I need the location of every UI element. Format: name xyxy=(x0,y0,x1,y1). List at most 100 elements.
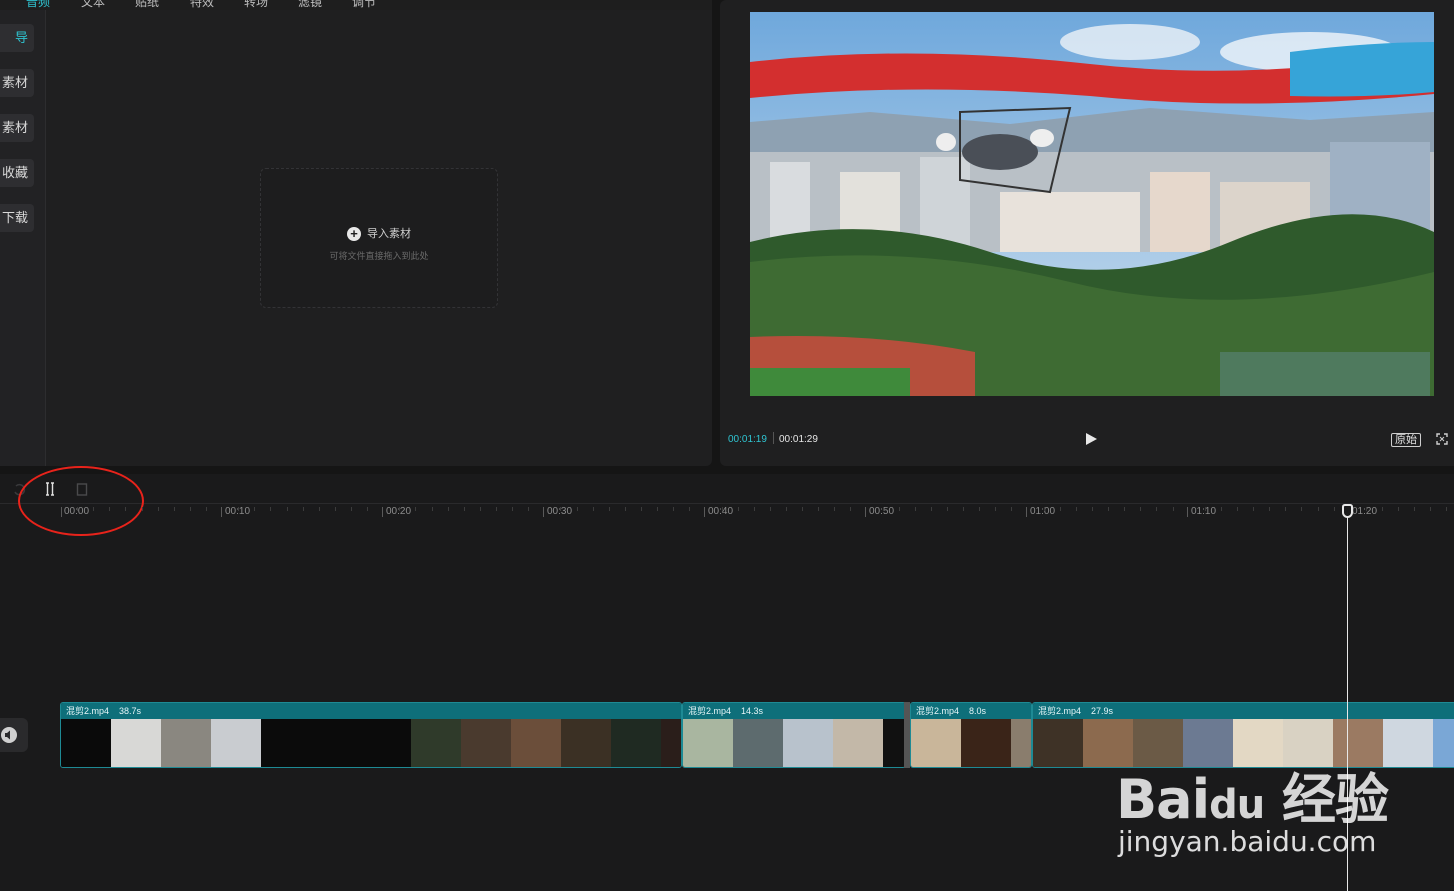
ruler-minor-tick xyxy=(1124,507,1125,511)
tab-text[interactable]: 文本 xyxy=(81,0,105,10)
clip-header: 混剪2.mp4 38.7s xyxy=(61,703,681,719)
ruler-minor-tick xyxy=(206,507,207,511)
ruler-minor-tick xyxy=(190,507,191,511)
ruler-minor-tick xyxy=(802,507,803,511)
ruler-minor-tick xyxy=(464,507,465,511)
ruler-tick xyxy=(61,507,62,517)
clip-thumbnail xyxy=(461,719,511,767)
tab-adjust[interactable]: 调节 xyxy=(352,0,376,10)
ruler-minor-tick xyxy=(270,507,271,511)
import-dropzone[interactable]: + 导入素材 可将文件直接拖入到此处 xyxy=(260,168,498,308)
track-audio-toggle[interactable] xyxy=(0,718,28,752)
playhead-line[interactable] xyxy=(1347,506,1348,891)
ruler-minor-tick xyxy=(673,507,674,511)
clip-thumbnail xyxy=(61,719,111,767)
ruler-label: 00:50 xyxy=(869,506,895,517)
timeline-toolbar xyxy=(0,466,1454,536)
timeline-panel: 00:00 00:10 00:20 00:30 00:40 00:50 01:0… xyxy=(0,466,1454,891)
clip-thumbnail xyxy=(733,719,783,767)
delete-icon[interactable] xyxy=(75,482,89,496)
ruler-minor-tick xyxy=(125,507,126,511)
tab-filters[interactable]: 滤镜 xyxy=(298,0,322,10)
clip-thumbnail xyxy=(1083,719,1133,767)
sidebar-item-local-media[interactable]: 素材 xyxy=(0,69,34,97)
tab-transitions[interactable]: 转场 xyxy=(244,0,268,10)
ruler-minor-tick xyxy=(593,507,594,511)
play-icon[interactable] xyxy=(1086,433,1097,445)
sidebar-item-library-media[interactable]: 素材 xyxy=(0,114,34,142)
video-clip[interactable]: 混剪2.mp4 8.0s xyxy=(910,702,1032,768)
clip-thumbnail xyxy=(311,719,361,767)
ruler-minor-tick xyxy=(528,507,529,511)
preview-video-frame xyxy=(750,12,1434,396)
plus-icon: + xyxy=(347,227,361,242)
ruler-minor-tick xyxy=(1398,507,1399,511)
playhead-handle[interactable] xyxy=(1342,504,1353,518)
clip-duration: 14.3s xyxy=(741,706,764,716)
ruler-label: 01:20 xyxy=(1352,506,1378,517)
tab-stickers[interactable]: 贴纸 xyxy=(135,0,159,10)
clip-thumbnails xyxy=(61,719,681,767)
ruler-minor-tick xyxy=(770,507,771,511)
ruler-minor-tick xyxy=(1011,507,1012,511)
aspect-original-button[interactable]: 原始 xyxy=(1391,433,1421,447)
ruler-minor-tick xyxy=(1221,507,1222,511)
ruler-minor-tick xyxy=(818,507,819,511)
clip-header: 混剪2.mp4 8.0s xyxy=(911,703,1031,719)
ruler-minor-tick xyxy=(1430,507,1431,511)
ruler-minor-tick xyxy=(158,507,159,511)
video-clip[interactable]: 混剪2.mp4 14.3s xyxy=(682,702,906,768)
clip-thumbnail xyxy=(261,719,311,767)
ruler-minor-tick xyxy=(319,507,320,511)
clip-thumbnail xyxy=(661,719,681,767)
ruler-minor-tick xyxy=(947,507,948,511)
ruler-minor-tick xyxy=(496,507,497,511)
tab-audio[interactable]: 音频 xyxy=(26,0,50,10)
ruler-minor-tick xyxy=(899,507,900,511)
ruler-tick xyxy=(543,507,544,517)
clip-thumbnails xyxy=(683,719,905,767)
ruler-tick xyxy=(1026,507,1027,517)
ruler-minor-tick xyxy=(238,507,239,511)
import-label: 导入素材 xyxy=(367,228,411,240)
ruler-minor-tick xyxy=(174,507,175,511)
ruler-minor-tick xyxy=(883,507,884,511)
sidebar-item-favorites[interactable]: 收藏 xyxy=(0,159,34,187)
ruler-minor-tick xyxy=(834,507,835,511)
clip-thumbnail xyxy=(511,719,561,767)
clip-thumbnail xyxy=(161,719,211,767)
ruler-label: 00:40 xyxy=(708,506,734,517)
split-icon[interactable] xyxy=(43,482,57,496)
clip-thumbnails xyxy=(1033,719,1454,767)
ruler-minor-tick xyxy=(303,507,304,511)
tab-effects[interactable]: 特效 xyxy=(190,0,214,10)
video-clip[interactable]: 混剪2.mp4 27.9s xyxy=(1032,702,1454,768)
ruler-minor-tick xyxy=(1285,507,1286,511)
clip-duration: 27.9s xyxy=(1091,706,1114,716)
clip-thumbnail xyxy=(1283,719,1333,767)
ruler-minor-tick xyxy=(754,507,755,511)
ruler-minor-tick xyxy=(335,507,336,511)
video-clip[interactable]: 混剪2.mp4 38.7s xyxy=(60,702,682,768)
sidebar-item-import[interactable]: 导 xyxy=(0,24,34,52)
ruler-minor-tick xyxy=(93,507,94,511)
ruler-minor-tick xyxy=(1269,507,1270,511)
clip-header: 混剪2.mp4 14.3s xyxy=(683,703,905,719)
ruler-minor-tick xyxy=(109,507,110,511)
fullscreen-icon[interactable] xyxy=(1436,433,1448,445)
preview-scene xyxy=(750,12,1434,396)
import-button[interactable]: + 导入素材 xyxy=(261,225,497,242)
sidebar-item-downloads[interactable]: 下载 xyxy=(0,204,34,232)
ruler-minor-tick xyxy=(480,507,481,511)
ruler-minor-tick xyxy=(786,507,787,511)
ruler-minor-tick xyxy=(1156,507,1157,511)
ruler-minor-tick xyxy=(689,507,690,511)
ruler-tick xyxy=(1187,507,1188,517)
ruler-minor-tick xyxy=(625,507,626,511)
ruler-minor-tick xyxy=(254,507,255,511)
top-tab-bar: 音频 文本 贴纸 特效 转场 滤镜 调节 xyxy=(0,0,712,10)
speaker-icon xyxy=(1,727,17,743)
undo-icon[interactable] xyxy=(12,482,26,496)
ruler-minor-tick xyxy=(142,507,143,511)
ruler-minor-tick xyxy=(1318,507,1319,511)
